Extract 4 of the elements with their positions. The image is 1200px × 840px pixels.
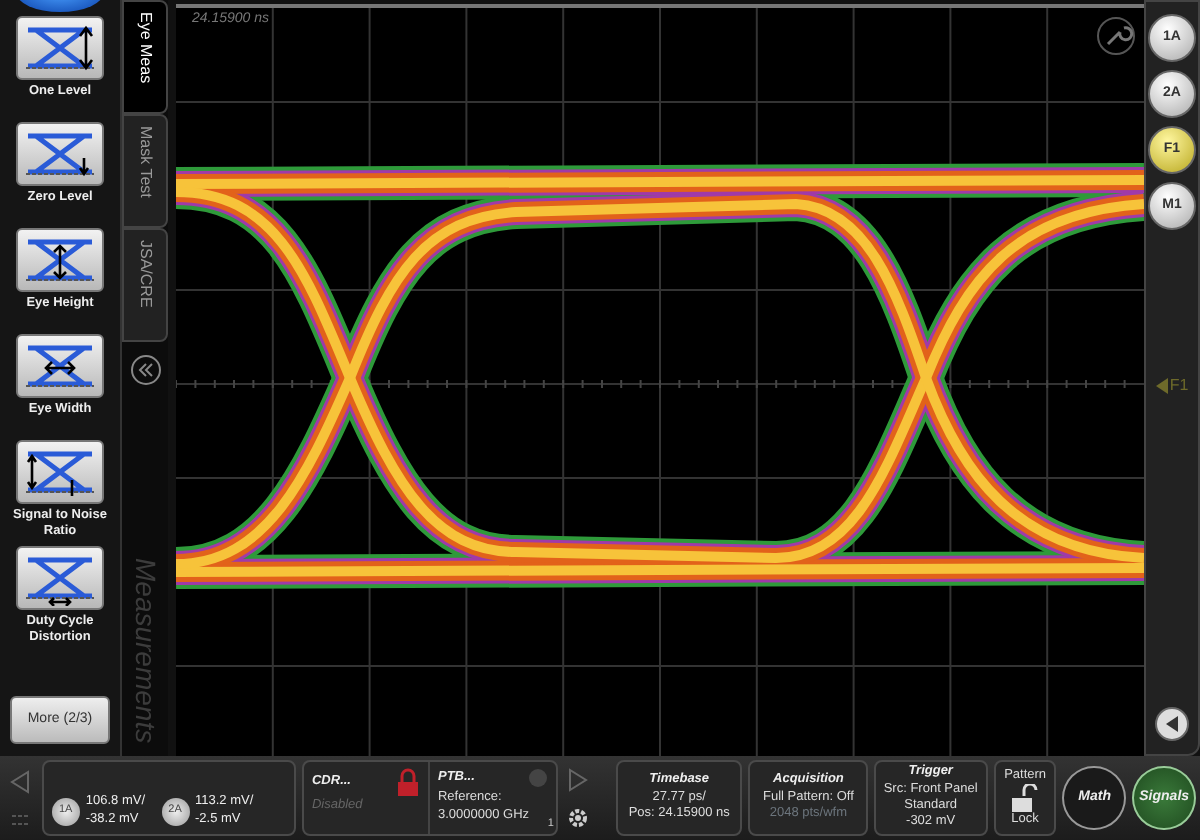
side-tab[interactable]: Eye Meas	[122, 0, 168, 114]
marker-label: F1	[1169, 374, 1189, 398]
side-tab[interactable]: Mask Test	[122, 114, 168, 228]
side-tab[interactable]: JSA/CRE	[122, 228, 168, 342]
